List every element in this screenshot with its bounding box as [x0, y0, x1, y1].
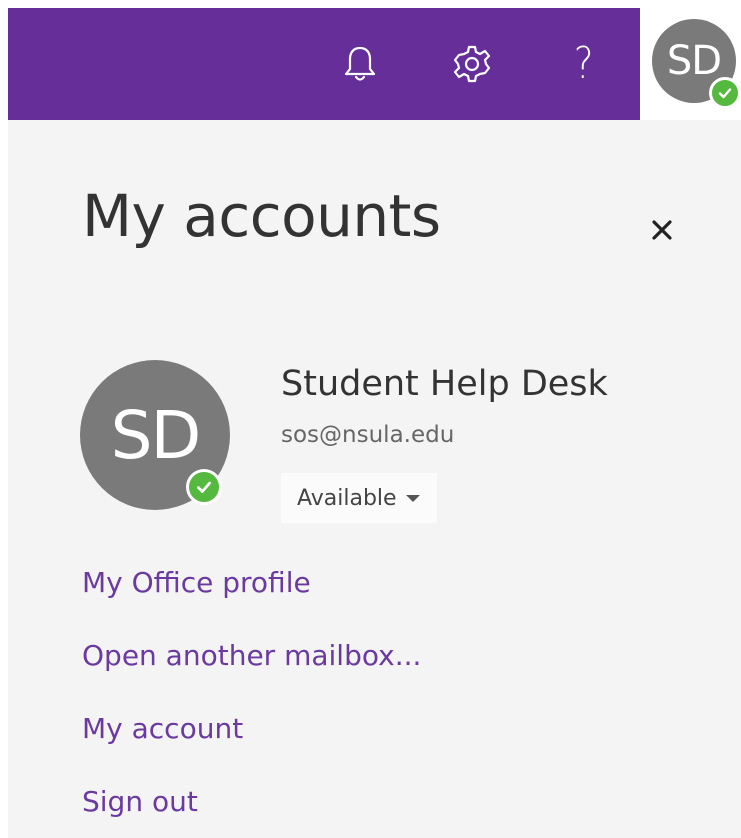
my-accounts-panel: My accounts SD Student Help Desk sos@nsu… [8, 120, 741, 838]
bell-icon [344, 46, 376, 81]
user-name: Student Help Desk [281, 364, 608, 404]
check-icon [197, 481, 211, 493]
avatar-initials: SD [666, 38, 722, 84]
availability-status: Available [297, 485, 397, 511]
caret-down-icon [405, 495, 420, 502]
availability-dropdown[interactable]: Available [281, 473, 437, 523]
close-button[interactable] [640, 208, 684, 252]
gear-icon [453, 45, 491, 83]
check-icon [718, 88, 732, 99]
sign-out-link[interactable]: Sign out [82, 785, 198, 818]
presence-available-icon [709, 77, 741, 109]
notifications-button[interactable] [320, 8, 400, 120]
question-mark-icon: ? [574, 38, 594, 89]
user-email: sos@nsula.edu [281, 422, 455, 448]
help-button[interactable]: ? [544, 8, 624, 120]
top-app-bar: ? [8, 8, 640, 120]
settings-button[interactable] [432, 8, 512, 120]
panel-title: My accounts [82, 182, 441, 250]
avatar-initials: SD [110, 396, 202, 474]
open-another-mailbox-link[interactable]: Open another mailbox... [82, 639, 421, 672]
close-icon [652, 220, 672, 240]
presence-available-icon [186, 469, 222, 505]
my-account-link[interactable]: My account [82, 712, 243, 745]
my-office-profile-link[interactable]: My Office profile [82, 566, 311, 599]
